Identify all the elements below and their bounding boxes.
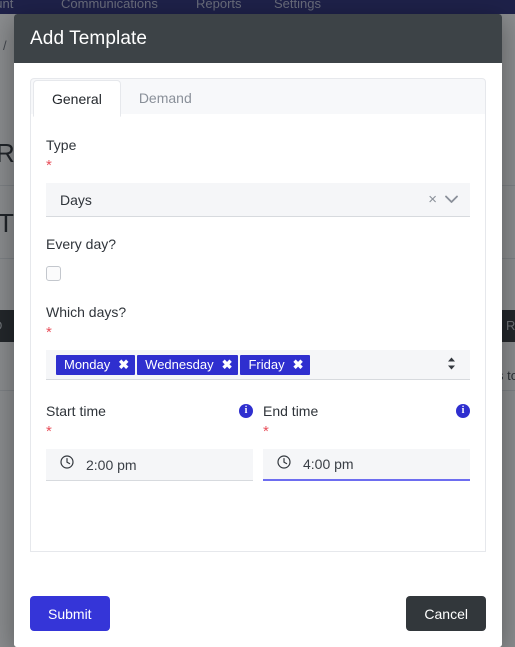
remove-chip-icon[interactable]: ✖ [118, 358, 129, 371]
tab-strip: General Demand [30, 78, 486, 117]
clock-icon [277, 454, 291, 474]
field-label-start-time: Start time [46, 403, 106, 419]
chevron-down-icon[interactable] [441, 193, 462, 206]
field-label-end-time: End time [263, 403, 319, 419]
required-indicator-which-days: * [46, 324, 52, 341]
required-indicator-start-time: * [46, 423, 52, 440]
modal-body: General Demand Type * Days × Every day? [14, 63, 502, 580]
remove-chip-icon[interactable]: ✖ [222, 358, 233, 371]
end-time-value: 4:00 pm [303, 456, 354, 472]
field-which-days: Which days? * Monday ✖ Wednesday ✖ Frida… [46, 303, 470, 380]
tab-general[interactable]: General [33, 80, 121, 117]
chip-label: Wednesday [145, 357, 214, 372]
which-days-multiselect[interactable]: Monday ✖ Wednesday ✖ Friday ✖ [46, 350, 470, 380]
chip-wednesday[interactable]: Wednesday ✖ [137, 354, 239, 375]
tab-demand[interactable]: Demand [121, 80, 210, 116]
modal-title: Add Template [30, 27, 148, 49]
up-down-caret-icon[interactable] [441, 357, 462, 372]
field-label-which-days: Which days? [46, 304, 127, 320]
chip-friday[interactable]: Friday ✖ [240, 354, 310, 375]
tab-panel-general: Type * Days × Every day? Which days? * M… [30, 114, 486, 552]
type-select-value: Days [60, 191, 92, 208]
type-select[interactable]: Days × [46, 183, 470, 217]
info-icon[interactable]: i [456, 404, 470, 418]
selected-days-chips: Monday ✖ Wednesday ✖ Friday ✖ [56, 354, 441, 375]
clock-icon [60, 455, 74, 474]
clear-icon[interactable]: × [424, 192, 441, 207]
end-time-input[interactable]: 4:00 pm [263, 449, 470, 481]
chip-label: Friday [248, 357, 285, 372]
submit-button[interactable]: Submit [30, 596, 110, 631]
start-time-input[interactable]: 2:00 pm [46, 449, 253, 481]
start-time-header: Start time * i [46, 402, 253, 439]
every-day-checkbox[interactable] [46, 266, 61, 281]
end-time-header: End time * i [263, 402, 470, 439]
info-icon[interactable]: i [239, 404, 253, 418]
add-template-modal: Add Template General Demand Type * Days … [14, 14, 502, 647]
required-indicator-type: * [46, 157, 52, 174]
field-end-time: End time * i 4:00 pm [263, 402, 470, 481]
every-day-checkbox-wrap [46, 266, 470, 281]
modal-header: Add Template [14, 14, 502, 63]
modal-footer: Submit Cancel [14, 580, 502, 647]
cancel-button[interactable]: Cancel [406, 596, 486, 631]
field-type: Type * Days × [46, 136, 470, 217]
required-indicator-end-time: * [263, 423, 269, 440]
chip-monday[interactable]: Monday ✖ [56, 354, 136, 375]
field-label-type: Type [46, 137, 77, 153]
field-label-every-day: Every day? [46, 236, 117, 252]
start-time-value: 2:00 pm [86, 456, 137, 473]
field-start-time: Start time * i 2:00 pm [46, 402, 253, 481]
field-every-day: Every day? [46, 235, 470, 281]
time-row: Start time * i 2:00 pm End time * i 4:00… [46, 402, 470, 481]
chip-label: Monday [64, 357, 111, 372]
remove-chip-icon[interactable]: ✖ [293, 358, 304, 371]
